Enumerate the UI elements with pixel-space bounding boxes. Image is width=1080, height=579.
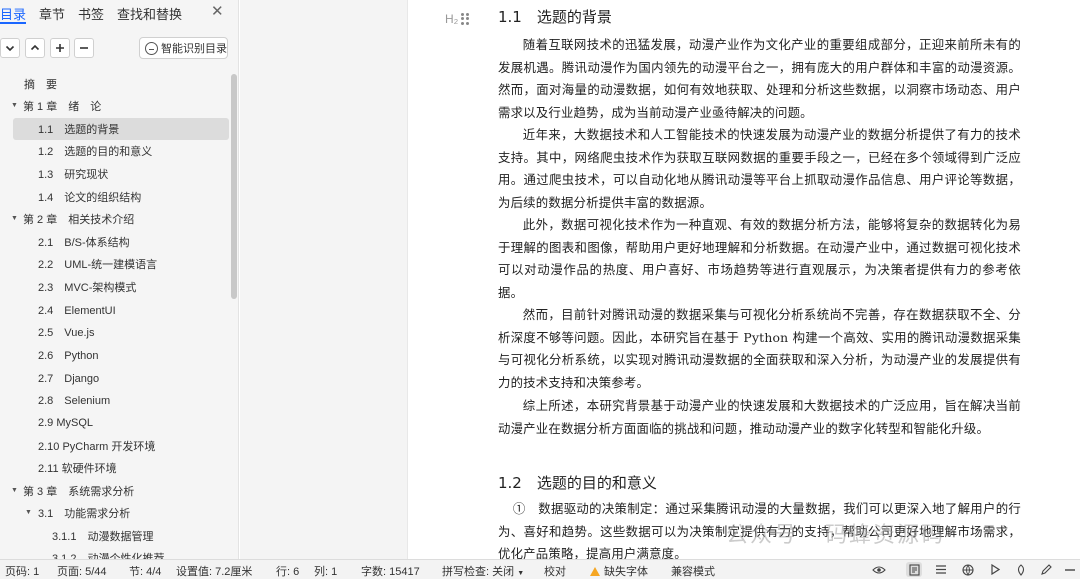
status-spellcheck[interactable]: 拼写检查: 关闭 ▼ xyxy=(442,563,524,579)
plus-icon xyxy=(56,44,64,52)
toc-item-selected[interactable]: 1.1 选题的背景 xyxy=(13,118,229,140)
toc-item[interactable]: ▼ 第 1 章 绪 论 xyxy=(0,95,232,117)
add-heading-button[interactable] xyxy=(50,38,70,58)
tab-toc[interactable]: 目录 xyxy=(0,4,26,23)
status-page[interactable]: 页面: 5/44 xyxy=(57,563,107,579)
toc-item[interactable]: 2.8 Selenium xyxy=(0,389,232,411)
toc-item[interactable]: 摘 要 xyxy=(0,73,232,95)
toc-toolbar: 智能识别目录 xyxy=(0,37,239,62)
tab-bookmarks[interactable]: 书签 xyxy=(78,4,104,23)
body-paragraph: 随着互联网技术的迅猛发展，动漫产业作为文化产业的重要组成部分，正迎来前所未有的发… xyxy=(498,37,1021,120)
caret-down-icon[interactable]: ▼ xyxy=(11,215,19,223)
toc-list: 摘 要 ▼ 第 1 章 绪 论 1.1 选题的背景 1.2 选题的目的和意义 1.… xyxy=(0,72,232,559)
chevron-up-icon xyxy=(30,44,40,51)
tab-find-replace[interactable]: 查找和替换 xyxy=(117,4,182,23)
toc-item[interactable]: 1.4 论文的组织结构 xyxy=(0,186,232,208)
eye-icon[interactable] xyxy=(871,562,887,577)
zoom-out-icon[interactable] xyxy=(1062,562,1078,577)
toc-item[interactable]: ▼ 第 3 章 系统需求分析 xyxy=(0,480,232,502)
toc-item[interactable]: 1.2 选题的目的和意义 xyxy=(0,140,232,162)
smart-recognize-icon xyxy=(145,41,158,55)
toc-item[interactable]: 2.1 B/S-体系结构 xyxy=(0,231,232,253)
toc-item[interactable]: 2.7 Django xyxy=(0,367,232,389)
body-paragraph: 然而，目前针对腾讯动漫的数据采集与可视化分析系统尚不完善，存在数据获取不全、分析… xyxy=(498,307,1021,390)
toc-item[interactable]: 2.5 Vue.js xyxy=(0,321,232,343)
caret-down-icon[interactable]: ▼ xyxy=(11,487,19,495)
body-paragraph: 近年来，大数据技术和人工智能技术的快速发展为动漫产业的数据分析提供了有力的技术支… xyxy=(498,127,1021,210)
toc-item[interactable]: 2.9 MySQL xyxy=(0,412,232,434)
section-heading: 1.2 选题的目的和意义 xyxy=(498,474,657,492)
remove-heading-button[interactable] xyxy=(74,38,94,58)
toc-item[interactable]: 3.1.2 动漫个性化推荐 xyxy=(0,547,232,559)
status-missing-font[interactable]: 缺失字体 xyxy=(590,563,648,579)
heading-level-icon[interactable]: H₂ xyxy=(445,12,458,26)
watermark: 公众号 · 码蜂资源码 xyxy=(726,523,945,548)
toc-item[interactable]: 1.3 研究现状 xyxy=(0,163,232,185)
pen-icon[interactable] xyxy=(1038,562,1054,577)
section-heading: 1.1 选题的背景 xyxy=(498,8,612,26)
close-icon[interactable]: ✕ xyxy=(211,2,224,20)
body-paragraph: 综上所述，本研究背景基于动漫产业的快速发展和大数据技术的广泛应用，旨在解决当前动… xyxy=(498,398,1021,436)
toc-item[interactable]: 3.1.1 动漫数据管理 xyxy=(0,525,232,547)
outline-view-icon[interactable] xyxy=(933,562,949,577)
web-view-icon[interactable] xyxy=(960,562,976,577)
play-icon[interactable] xyxy=(987,562,1003,577)
body-paragraph: 此外，数据可视化技术作为一种直观、有效的数据分析方法，能够将复杂的数据转化为易于… xyxy=(498,217,1021,300)
status-proof-button[interactable]: 校对 xyxy=(544,563,566,579)
spellcheck-label: 拼写检查: 关闭 xyxy=(442,566,515,578)
smart-toc-label: 智能识别目录 xyxy=(161,43,227,55)
missing-font-label: 缺失字体 xyxy=(604,566,648,578)
chevron-down-icon xyxy=(5,45,15,52)
tab-chapters[interactable]: 章节 xyxy=(39,4,65,23)
nav-tab-bar: 目录 章节 书签 查找和替换 ✕ xyxy=(0,0,239,26)
expand-all-button[interactable] xyxy=(25,38,45,58)
toc-item[interactable]: 2.4 ElementUI xyxy=(0,299,232,321)
caret-down-icon[interactable]: ▼ xyxy=(11,102,19,110)
toc-item[interactable]: ▼ 第 2 章 相关技术介绍 xyxy=(0,208,232,230)
toc-item[interactable]: 2.6 Python xyxy=(0,344,232,366)
navigation-pane: 目录 章节 书签 查找和替换 ✕ 智能识别目录 摘 要 ▼ 第 1 章 绪 论 1… xyxy=(0,0,239,559)
drag-handle-icon[interactable] xyxy=(461,12,470,26)
minus-icon xyxy=(80,47,88,49)
status-col: 列: 1 xyxy=(314,566,338,578)
status-section: 节: 4/4 xyxy=(129,566,162,578)
toc-item[interactable]: 2.2 UML-统一建模语言 xyxy=(0,253,232,275)
status-word-count[interactable]: 字数: 15417 xyxy=(361,563,420,579)
collapse-all-button[interactable] xyxy=(0,38,20,58)
chevron-down-icon: ▼ xyxy=(517,570,525,577)
eye-protect-icon[interactable] xyxy=(1013,562,1029,577)
page-view-icon[interactable] xyxy=(906,562,922,577)
warning-icon xyxy=(590,567,600,576)
status-compat-mode: 兼容模式 xyxy=(671,566,715,578)
toc-item[interactable]: 2.10 PyCharm 开发环境 xyxy=(0,435,232,457)
caret-down-icon[interactable]: ▼ xyxy=(25,509,33,517)
status-page-code: 页码: 1 xyxy=(5,566,40,578)
smart-toc-button[interactable]: 智能识别目录 xyxy=(139,37,228,59)
status-setting: 设置值: 7.2厘米 xyxy=(176,566,253,578)
toc-item[interactable]: 2.11 软硬件环境 xyxy=(0,457,232,479)
toc-scrollbar[interactable] xyxy=(231,74,237,299)
heading-tools: H₂ xyxy=(445,12,470,26)
active-tab-underline xyxy=(0,22,26,24)
toc-item[interactable]: ▼ 3.1 功能需求分析 xyxy=(0,502,232,524)
toc-item[interactable]: 2.3 MVC-架构模式 xyxy=(0,276,232,298)
status-bar: 页码: 1 页面: 5/44 节: 4/4 设置值: 7.2厘米 行: 6 列:… xyxy=(0,559,1080,579)
status-row: 行: 6 xyxy=(276,566,300,578)
